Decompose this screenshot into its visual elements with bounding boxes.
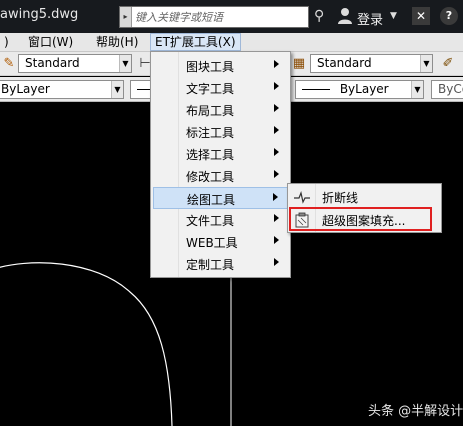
menu-item-label: 文字工具: [186, 82, 235, 96]
menu-item-layout-tools[interactable]: 布局工具: [153, 99, 289, 121]
dim-style-select[interactable]: Standard ▼: [310, 54, 433, 73]
plotstyle-value: ByCo: [438, 82, 463, 96]
exchange-icon[interactable]: ✕: [412, 7, 430, 25]
chevron-down-icon[interactable]: ▼: [411, 81, 423, 98]
binoculars-icon[interactable]: ⚲: [314, 8, 324, 24]
menu-item-label: 布局工具: [186, 104, 235, 118]
menu-item-drawing-tools[interactable]: 绘图工具: [153, 187, 289, 209]
et-tools-menu: 图块工具 文字工具 布局工具 标注工具 选择工具 修改工具 绘图工具 文件工具 …: [150, 51, 291, 278]
menu-item-modify-tools[interactable]: 修改工具: [153, 165, 289, 187]
break-line-icon: [294, 190, 310, 204]
menu-item-block-tools[interactable]: 图块工具: [153, 55, 289, 77]
menu-window[interactable]: 窗口(W): [24, 33, 77, 51]
menu-item-dimension-tools[interactable]: 标注工具: [153, 121, 289, 143]
menu-item-label: 修改工具: [186, 170, 235, 184]
lineweight-select[interactable]: ByLayer ▼: [295, 80, 424, 99]
menu-item-label: 选择工具: [186, 148, 235, 162]
chevron-down-icon[interactable]: ▼: [119, 55, 131, 72]
chevron-right-icon: [274, 214, 279, 222]
menu-bar: ) 窗口(W) 帮助(H) ET扩展工具(X): [0, 33, 463, 52]
color-value: ByLayer: [1, 82, 50, 96]
menu-et-tools[interactable]: ET扩展工具(X): [150, 33, 241, 51]
chevron-right-icon: [273, 193, 278, 201]
menu-item-label: WEB工具: [186, 236, 238, 250]
chevron-right-icon: [274, 236, 279, 244]
chevron-right-icon: [274, 148, 279, 156]
menu-item-label: 图块工具: [186, 60, 235, 74]
multileader-style-icon[interactable]: ✐: [439, 55, 457, 73]
annotation-highlight-box: [289, 207, 432, 231]
login-button[interactable]: 登录: [357, 9, 383, 28]
menu-item-label: 文件工具: [186, 214, 235, 228]
menu-item-label: 折断线: [322, 191, 359, 205]
title-bar: awing5.dwg ▸ ⚲ 登录 ▼ ✕ ?: [0, 0, 463, 33]
chevron-down-icon[interactable]: ▼: [111, 81, 123, 98]
table-style-icon[interactable]: ▦: [290, 55, 308, 73]
search-expand-icon[interactable]: ▸: [120, 7, 132, 27]
search-input[interactable]: [133, 7, 307, 27]
watermark: 头条 @半解设计: [368, 404, 463, 419]
chevron-right-icon: [274, 126, 279, 134]
menu-item-break-line[interactable]: 折断线: [290, 186, 440, 208]
menu-item-selection-tools[interactable]: 选择工具: [153, 143, 289, 165]
color-select[interactable]: ByLayer ▼: [0, 80, 124, 99]
text-style-icon[interactable]: ✎: [0, 55, 18, 73]
plotstyle-select[interactable]: ByCo: [431, 80, 463, 99]
menu-item-label: 定制工具: [186, 258, 235, 272]
chevron-right-icon: [274, 104, 279, 112]
menu-item-label: 绘图工具: [187, 193, 236, 207]
dim-style-value: Standard: [317, 56, 372, 70]
help-icon[interactable]: ?: [440, 7, 458, 25]
user-icon[interactable]: [337, 7, 353, 25]
chevron-right-icon: [274, 170, 279, 178]
menu-item-web-tools[interactable]: WEB工具: [153, 231, 289, 253]
menu-partial-edge[interactable]: ): [0, 33, 13, 51]
chevron-right-icon: [274, 258, 279, 266]
chevron-right-icon: [274, 82, 279, 90]
menu-help[interactable]: 帮助(H): [92, 33, 142, 51]
chevron-down-icon[interactable]: ▼: [420, 55, 432, 72]
menu-item-label: 标注工具: [186, 126, 235, 140]
text-style-value: Standard: [25, 56, 80, 70]
menu-item-text-tools[interactable]: 文字工具: [153, 77, 289, 99]
chevron-right-icon: [274, 60, 279, 68]
document-title: awing5.dwg: [0, 7, 79, 22]
menu-item-custom-tools[interactable]: 定制工具: [153, 253, 289, 275]
lineweight-preview-line: [302, 89, 330, 90]
login-dropdown-icon[interactable]: ▼: [390, 11, 397, 21]
menu-item-file-tools[interactable]: 文件工具: [153, 209, 289, 231]
arc-entity: [0, 262, 173, 426]
text-style-select[interactable]: Standard ▼: [18, 54, 132, 73]
lineweight-value: ByLayer: [339, 82, 389, 96]
search-box[interactable]: ▸: [119, 6, 309, 28]
